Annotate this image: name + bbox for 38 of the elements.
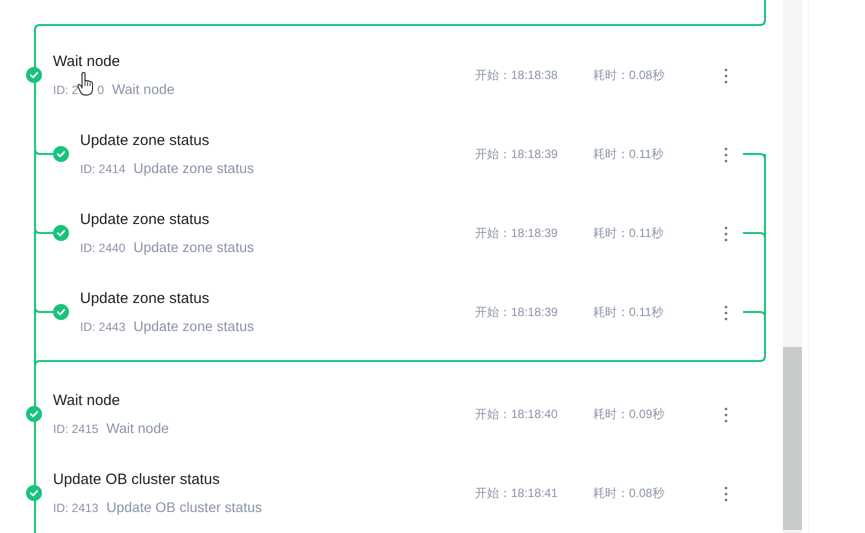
step-name: Wait node (112, 80, 175, 98)
step-id: ID: 2440 (80, 240, 126, 257)
step-name: Wait node (106, 419, 169, 437)
duration: 耗时：0.09秒 (593, 407, 664, 421)
step-name: Update zone status (133, 317, 254, 335)
more-icon (724, 147, 728, 163)
step-name: Update zone status (133, 238, 254, 256)
more-icon (724, 68, 728, 84)
scrollbar-thumb[interactable] (783, 347, 802, 530)
start-time: 开始：18:18:39 (475, 305, 558, 319)
more-icon (724, 486, 728, 502)
step-title: Wait node (53, 391, 120, 411)
step-title: Update zone status (80, 131, 210, 151)
step-title: Update zone status (80, 210, 210, 230)
more-icon (724, 305, 728, 321)
start-time: 开始：18:18:39 (475, 147, 558, 161)
step-id: ID: 2415 (53, 421, 98, 438)
step-name: Update zone status (133, 159, 254, 177)
start-time: 开始：18:18:40 (475, 407, 558, 421)
step-id: ID: 2 (53, 82, 78, 99)
step-id: ID: 2443 (80, 319, 126, 336)
step-id: 0 (97, 82, 104, 99)
duration: 耗时：0.11秒 (593, 147, 664, 161)
step-id: ID: 2413 (53, 500, 98, 517)
step-name: Update OB cluster status (106, 498, 262, 516)
more-icon (724, 407, 728, 423)
step-id: ID: 2414 (80, 161, 126, 178)
step-title: Update OB cluster status (53, 470, 220, 490)
duration: 耗时：0.08秒 (593, 68, 664, 82)
duration: 耗时：0.11秒 (593, 226, 664, 240)
step-title: Wait node (53, 52, 120, 72)
start-time: 开始：18:18:39 (475, 226, 558, 240)
more-icon (724, 226, 728, 242)
start-time: 开始：18:18:41 (475, 486, 558, 500)
step-title: Update zone status (80, 289, 210, 309)
duration: 耗时：0.11秒 (593, 305, 664, 319)
start-time: 开始：18:18:38 (475, 68, 558, 82)
duration: 耗时：0.08秒 (593, 486, 664, 500)
